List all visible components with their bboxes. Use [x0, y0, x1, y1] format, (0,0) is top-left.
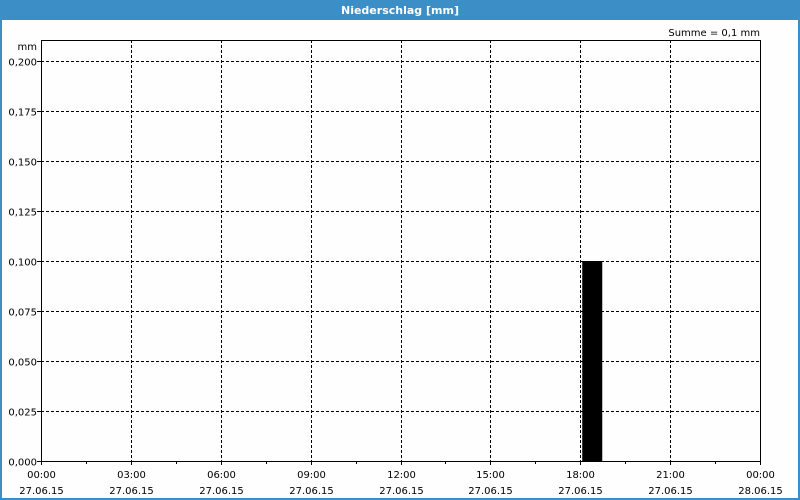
precipitation-bar — [582, 261, 603, 461]
sum-annotation: Summe = 0,1 mm — [668, 28, 760, 39]
chart-panel: 0,000 0,025 0,050 0,075 0,100 0,125 0,150 0,175… — [2, 20, 798, 498]
y-tick-label: 0,050 — [8, 358, 37, 369]
x-tick-date: 27.06.15 — [558, 486, 603, 497]
x-tick-time: 09:00 — [297, 470, 326, 481]
x-tick-date: 27.06.15 — [109, 486, 154, 497]
x-tick-time: 21:00 — [656, 470, 685, 481]
x-tick-date: 27.06.15 — [199, 486, 244, 497]
x-tick-time: 00:00 — [27, 470, 56, 481]
x-tick-date: 27.06.15 — [648, 486, 693, 497]
x-tick-date: 28.06.15 — [738, 486, 783, 497]
x-tick-date: 27.06.15 — [289, 486, 334, 497]
x-tick-time: 15:00 — [476, 470, 505, 481]
y-tick-label: 0,175 — [8, 108, 37, 119]
y-axis-unit: mm — [18, 42, 37, 53]
x-tick-date: 27.06.15 — [379, 486, 424, 497]
y-tick-label: 0,000 — [8, 458, 37, 469]
y-tick-label: 0,075 — [8, 308, 37, 319]
chart-title: Niederschlag [mm] — [341, 4, 459, 17]
y-tick-label: 0,025 — [8, 408, 37, 419]
x-tick-time: 18:00 — [566, 470, 595, 481]
x-tick-time: 06:00 — [207, 470, 236, 481]
y-tick-label: 0,100 — [8, 258, 37, 269]
x-tick-date: 27.06.15 — [19, 486, 64, 497]
y-tick-label: 0,150 — [8, 158, 37, 169]
x-tick-time: 12:00 — [387, 470, 416, 481]
precipitation-chart: 0,000 0,025 0,050 0,075 0,100 0,125 0,150 0,175… — [8, 28, 783, 497]
x-tick-date: 27.06.15 — [468, 486, 513, 497]
y-tick-label: 0,200 — [8, 58, 37, 69]
y-tick-label: 0,125 — [8, 208, 37, 219]
x-tick-time: 03:00 — [117, 470, 146, 481]
x-tick-time: 00:00 — [746, 470, 775, 481]
